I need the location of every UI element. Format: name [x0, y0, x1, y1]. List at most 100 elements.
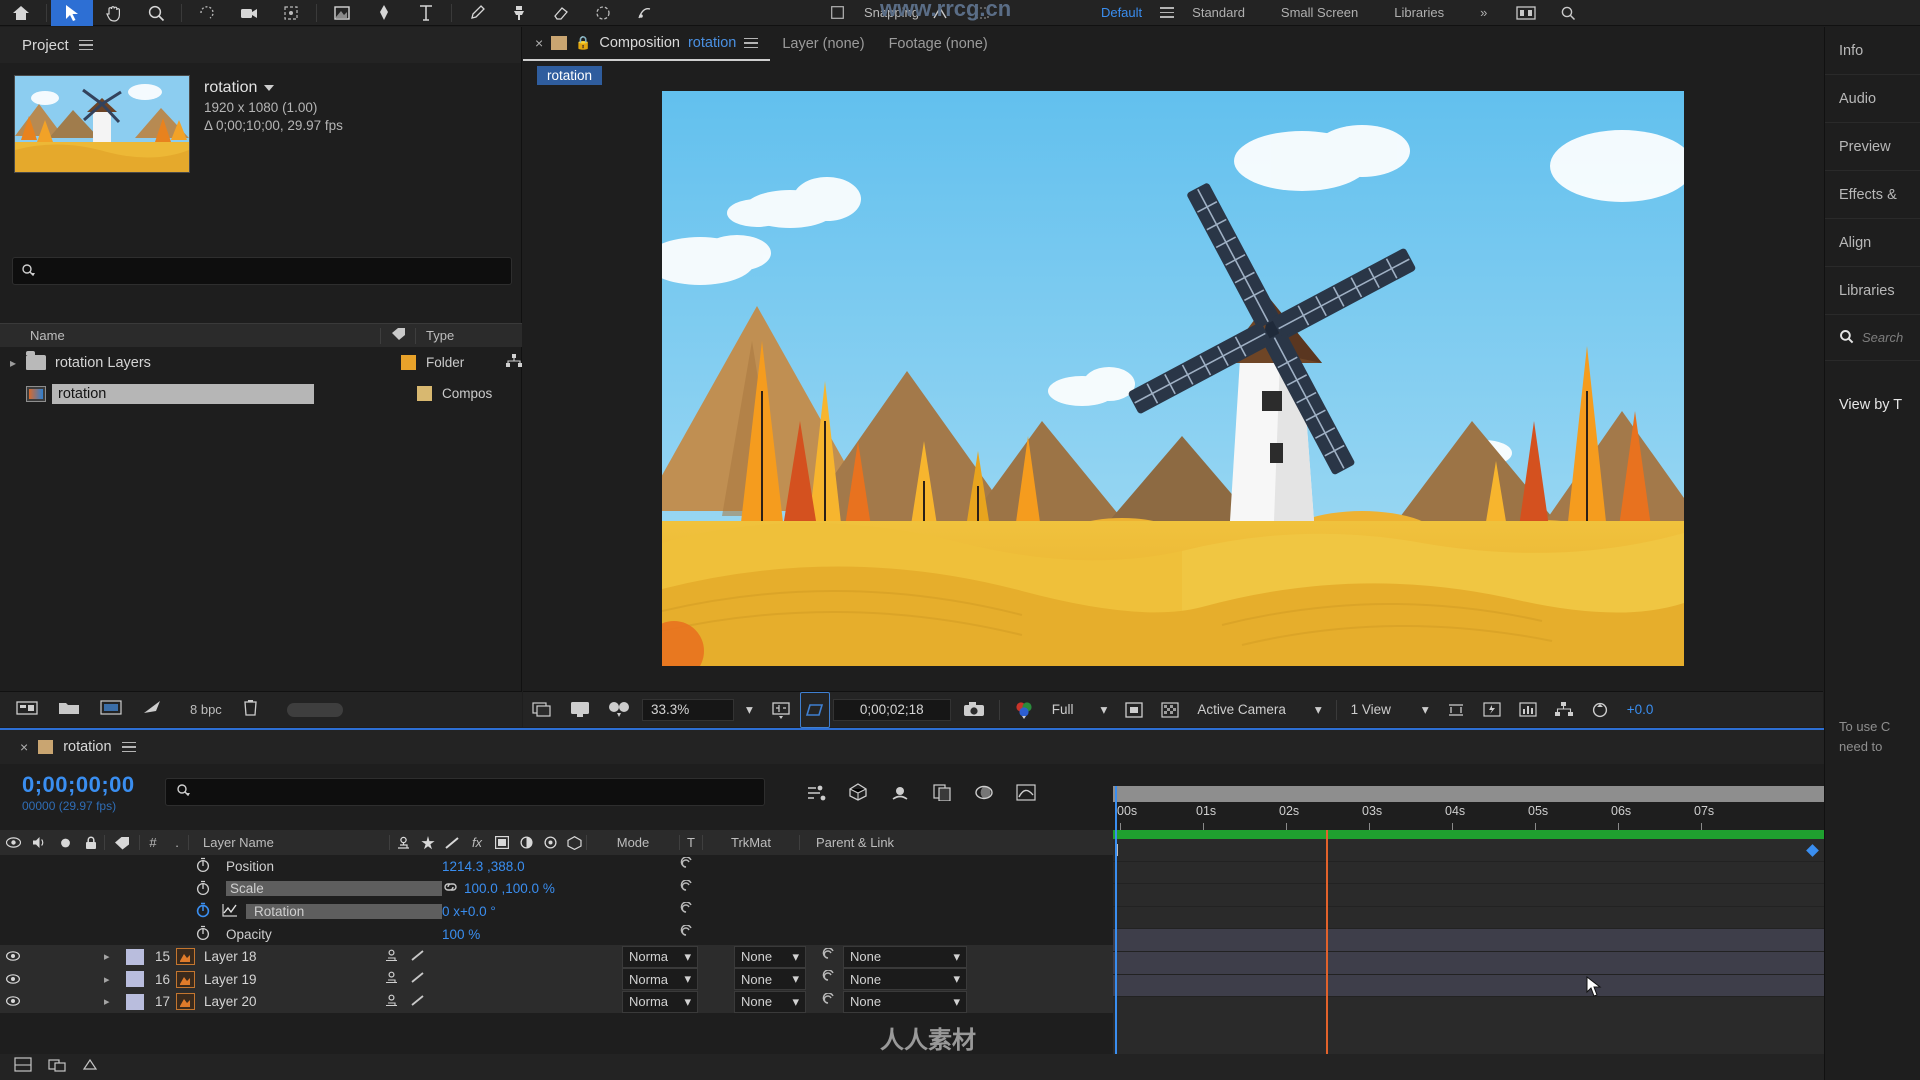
hand-tool[interactable] [93, 0, 135, 26]
adjust-exposure-icon[interactable] [142, 699, 162, 721]
playhead-line[interactable] [1115, 786, 1117, 1080]
zoom-level-select[interactable]: 33.3% [642, 698, 734, 721]
workspace-menu-icon[interactable] [1160, 4, 1175, 21]
chevron-down-icon[interactable] [264, 85, 275, 91]
quality-chevron-icon[interactable]: ▾ [1092, 692, 1117, 728]
property-value[interactable]: 100.0 ,100.0 % [464, 881, 555, 896]
property-row-scale[interactable]: Scale 100.0 ,100.0 % [0, 878, 1113, 901]
draft-3d-icon[interactable] [841, 777, 875, 807]
label-color-swatch[interactable] [401, 355, 416, 370]
parent-pickwhip-icon[interactable] [678, 924, 695, 943]
graph-editor-icon[interactable] [1009, 777, 1043, 807]
new-composition-icon[interactable] [100, 699, 122, 721]
new-folder-icon[interactable] [58, 699, 80, 721]
column-header-name[interactable]: Name [0, 328, 380, 343]
layer-name[interactable]: Layer 20 [204, 994, 384, 1009]
value-graph-icon[interactable] [222, 903, 238, 920]
blend-mode-select[interactable]: Norma ▾ [622, 990, 698, 1013]
lane-rotation[interactable] [1113, 844, 1824, 907]
breadcrumb-comp[interactable]: rotation [537, 65, 603, 85]
parent-link-select[interactable]: None ▾ [843, 990, 967, 1013]
panel-tab-info[interactable]: Info [1825, 27, 1920, 75]
table-row[interactable]: ▸ 15 Layer 18 Norma ▾ None ▾ None ▾ [0, 945, 1113, 968]
layer-visibility-icon[interactable] [0, 949, 26, 964]
layer-visibility-icon[interactable] [0, 994, 26, 1009]
camera-select[interactable]: Active Camera [1188, 692, 1306, 728]
parent-pickwhip-icon[interactable] [820, 969, 837, 988]
layer-expand-chevron-icon[interactable]: ▸ [104, 950, 126, 963]
workspace-overflow-button[interactable]: » [1462, 0, 1505, 26]
workspace-tab-default[interactable]: Default [1083, 0, 1160, 26]
parent-pickwhip-icon[interactable] [678, 879, 695, 898]
panel-tab-libraries[interactable]: Libraries [1825, 267, 1920, 315]
main-viewer-icon[interactable] [561, 692, 599, 728]
composition-mini-flowchart-icon[interactable] [799, 777, 833, 807]
views-chevron-icon[interactable]: ▾ [1413, 692, 1438, 728]
property-name[interactable]: Rotation [246, 903, 442, 919]
timeline-graph-icon[interactable] [1510, 692, 1546, 728]
panel-tab-align[interactable]: Align [1825, 219, 1920, 267]
frame-blending-icon[interactable] [925, 777, 959, 807]
mode-column-header[interactable]: Mode [587, 830, 679, 855]
parent-pick-icon[interactable] [384, 994, 410, 1010]
label-tag-icon[interactable] [105, 830, 139, 855]
solo-icon[interactable] [52, 830, 78, 855]
tab-layer[interactable]: Layer (none) [770, 27, 876, 61]
blend-mode-select[interactable]: Norma ▾ [622, 945, 698, 968]
workspace-edit-icon[interactable] [1505, 0, 1547, 26]
timeline-track-area[interactable] [1113, 786, 1824, 1080]
roto-brush-tool[interactable] [582, 0, 624, 26]
lane-opacity[interactable] [1113, 844, 1824, 930]
current-time-value[interactable]: 0;00;00;00 [22, 772, 135, 798]
property-value[interactable]: 100 % [442, 927, 480, 942]
puppet-tool[interactable] [624, 0, 666, 26]
snapshot-camera-icon[interactable] [954, 692, 994, 728]
brush-tool[interactable] [456, 0, 498, 26]
pan-behind-tool[interactable] [270, 0, 312, 26]
bit-depth-label[interactable]: 8 bpc [190, 702, 222, 717]
parent-pickwhip-icon[interactable] [678, 901, 695, 920]
camera-chevron-icon[interactable]: ▾ [1306, 692, 1331, 728]
delete-icon[interactable] [242, 698, 259, 721]
transparency-grid-icon[interactable] [1116, 692, 1152, 728]
table-row[interactable]: ▸ 17 Layer 20 Norma ▾ None ▾ None ▾ [0, 990, 1113, 1014]
trkmat-column-header[interactable]: TrkMat [703, 830, 799, 855]
snapping-checkbox[interactable] [816, 0, 858, 26]
comp-flowchart-icon[interactable] [1546, 692, 1582, 728]
stopwatch-icon[interactable] [196, 880, 214, 898]
always-preview-icon[interactable] [523, 692, 561, 728]
quality-select[interactable]: Full [1043, 692, 1092, 728]
parent-pickwhip-icon[interactable] [678, 856, 695, 875]
column-header-type[interactable]: Type [416, 328, 506, 343]
home-icon[interactable] [0, 0, 42, 26]
stopwatch-icon[interactable] [196, 925, 214, 943]
timeline-ruler[interactable]: 00s 01s 02s 03s 04s 05s 06s 07s [1113, 786, 1824, 830]
parent-pick-icon[interactable] [384, 971, 410, 987]
share-icon[interactable] [506, 353, 522, 372]
parent-link-select[interactable]: None ▾ [843, 945, 967, 968]
type-tool[interactable] [405, 0, 447, 26]
region-of-interest-icon[interactable] [799, 691, 830, 728]
exposure-value[interactable]: +0.0 [1618, 692, 1663, 728]
viewer-menu-icon[interactable] [744, 35, 759, 52]
lane-scale[interactable] [1113, 844, 1824, 885]
track-matte-select[interactable]: None ▾ [734, 990, 806, 1013]
layer-name[interactable]: Layer 18 [204, 949, 384, 964]
track-matte-select[interactable]: None ▾ [734, 945, 806, 968]
layer-expand-chevron-icon[interactable]: ▸ [104, 973, 126, 986]
comp-family-icon[interactable] [48, 1057, 66, 1077]
layer-name[interactable]: Layer 19 [204, 972, 384, 987]
work-area-bar[interactable] [1113, 786, 1824, 802]
timeline-menu-icon[interactable] [121, 739, 136, 756]
preserve-transparency-header[interactable]: T [680, 830, 702, 855]
project-row-folder[interactable]: ▸ rotation Layers Folder [0, 347, 522, 378]
label-color-swatch[interactable] [417, 386, 432, 401]
source-name-header[interactable]: . [166, 830, 188, 855]
rotation-tool[interactable] [186, 0, 228, 26]
pixel-aspect-icon[interactable] [1438, 692, 1474, 728]
lane-position[interactable] [1113, 839, 1824, 862]
clone-stamp-tool[interactable] [498, 0, 540, 26]
property-value[interactable]: 1214.3 ,388.0 [442, 859, 525, 874]
toggle-switches-modes-icon[interactable] [14, 1057, 32, 1077]
resolution-icon[interactable] [762, 692, 800, 728]
